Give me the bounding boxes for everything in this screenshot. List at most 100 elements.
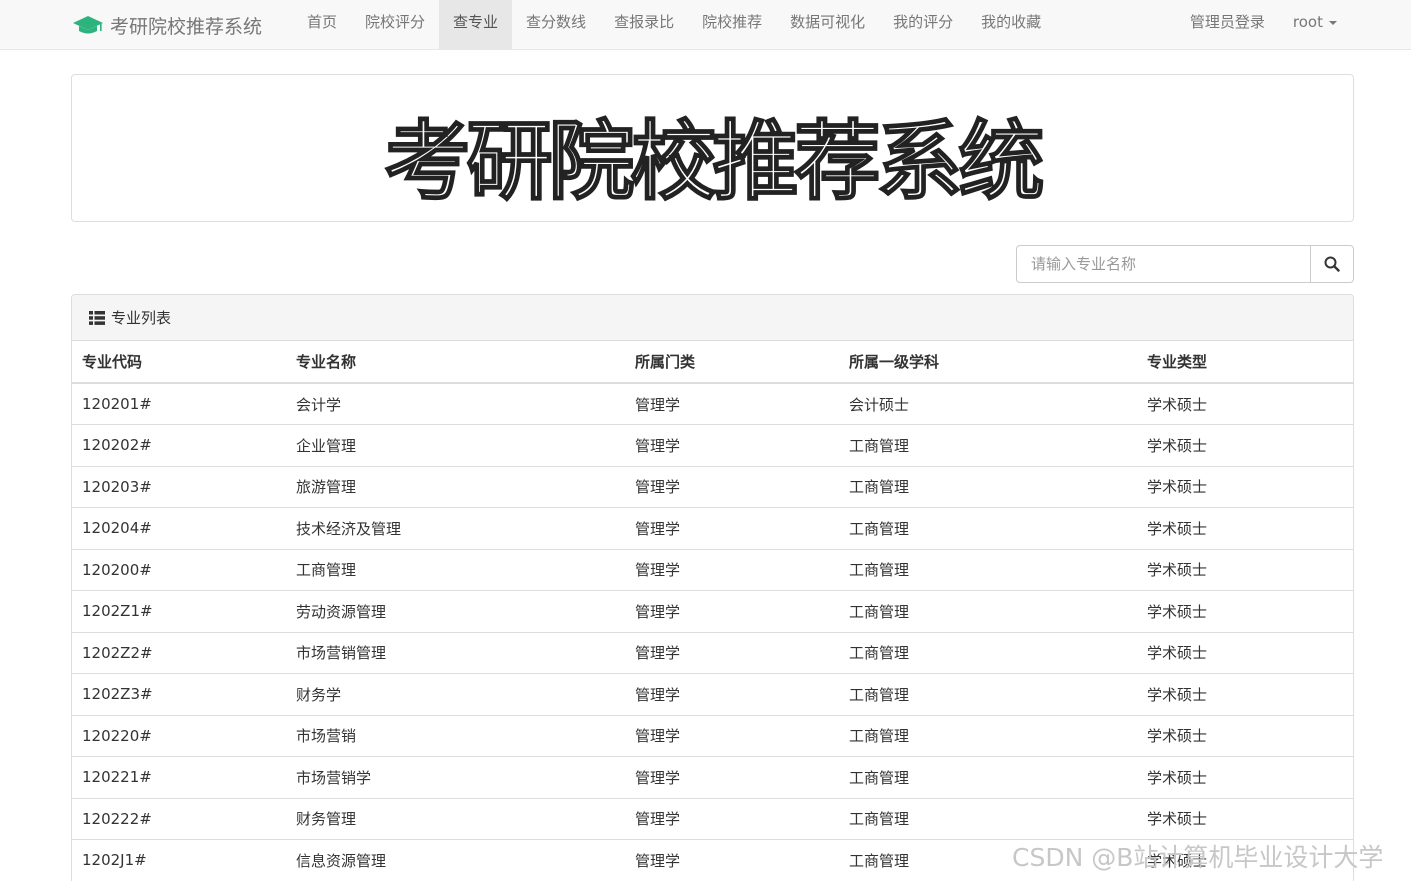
cell-name: 市场营销学 xyxy=(286,756,625,799)
column-header-type: 专业类型 xyxy=(1137,341,1353,384)
cell-discipline: 工商管理 xyxy=(839,507,1137,550)
cell-type: 学术硕士 xyxy=(1137,756,1353,799)
cell-type: 学术硕士 xyxy=(1137,549,1353,591)
watermark: CSDN @B站计算机毕业设计大学 xyxy=(1012,843,1384,872)
cell-discipline: 工商管理 xyxy=(839,756,1137,799)
panel-heading: 专业列表 xyxy=(72,295,1353,341)
table-row[interactable]: 120200# 工商管理 管理学 工商管理 学术硕士 xyxy=(72,549,1353,591)
cell-code: 120200# xyxy=(72,549,286,591)
nav-right: 管理员登录 root xyxy=(1176,0,1351,50)
cell-type: 学术硕士 xyxy=(1137,632,1353,674)
cell-category: 管理学 xyxy=(625,673,839,716)
cell-category: 管理学 xyxy=(625,466,839,508)
major-table: 专业代码 专业名称 所属门类 所属一级学科 专业类型 120201# 会计学 管理学… xyxy=(72,341,1353,881)
cell-category: 管理学 xyxy=(625,632,839,674)
search-input[interactable] xyxy=(1016,245,1310,283)
table-row[interactable]: 1202Z1# 劳动资源管理 管理学 工商管理 学术硕士 xyxy=(72,590,1353,633)
cell-type: 学术硕士 xyxy=(1137,466,1353,508)
nav-score-line[interactable]: 查分数线 xyxy=(512,0,600,50)
caret-down-icon xyxy=(1329,20,1337,25)
nav-school-recommend[interactable]: 院校推荐 xyxy=(688,0,776,50)
graduation-cap-icon xyxy=(73,16,103,34)
cell-discipline: 工商管理 xyxy=(839,590,1137,633)
banner-title: 考研院校推荐系统 xyxy=(384,111,1046,213)
cell-category: 管理学 xyxy=(625,424,839,467)
cell-type: 学术硕士 xyxy=(1137,715,1353,757)
cell-name: 工商管理 xyxy=(286,549,625,591)
cell-code: 1202J1# xyxy=(72,839,286,881)
cell-code: 120201# xyxy=(72,383,286,425)
table-row[interactable]: 1202Z2# 市场营销管理 管理学 工商管理 学术硕士 xyxy=(72,632,1353,674)
cell-type: 学术硕士 xyxy=(1137,507,1353,550)
top-navbar: 考研院校推荐系统 首页 院校评分 查专业 查分数线 查报录比 院校推荐 数据可视… xyxy=(0,0,1411,50)
cell-category: 管理学 xyxy=(625,715,839,757)
nav-data-visualization[interactable]: 数据可视化 xyxy=(776,0,879,50)
cell-name: 技术经济及管理 xyxy=(286,507,625,550)
search-form xyxy=(1016,245,1354,283)
cell-type: 学术硕士 xyxy=(1137,673,1353,716)
search-icon xyxy=(1324,256,1340,272)
user-dropdown[interactable]: root xyxy=(1279,0,1351,50)
cell-category: 管理学 xyxy=(625,590,839,633)
cell-category: 管理学 xyxy=(625,798,839,840)
nav-search-major[interactable]: 查专业 xyxy=(439,0,513,50)
column-header-code: 专业代码 xyxy=(72,341,286,384)
cell-name: 财务管理 xyxy=(286,798,625,840)
cell-discipline: 工商管理 xyxy=(839,466,1137,508)
column-header-discipline: 所属一级学科 xyxy=(839,341,1137,384)
cell-code: 120204# xyxy=(72,507,286,550)
nav-school-rating[interactable]: 院校评分 xyxy=(351,0,439,50)
cell-name: 市场营销管理 xyxy=(286,632,625,674)
table-row[interactable]: 120220# 市场营销 管理学 工商管理 学术硕士 xyxy=(72,715,1353,757)
cell-discipline: 工商管理 xyxy=(839,798,1137,840)
list-icon xyxy=(89,310,105,325)
cell-code: 1202Z1# xyxy=(72,590,286,633)
brand[interactable]: 考研院校推荐系统 xyxy=(72,0,262,50)
cell-category: 管理学 xyxy=(625,756,839,799)
cell-code: 120220# xyxy=(72,715,286,757)
cell-code: 120221# xyxy=(72,756,286,799)
cell-category: 管理学 xyxy=(625,383,839,425)
table-row[interactable]: 120221# 市场营销学 管理学 工商管理 学术硕士 xyxy=(72,756,1353,799)
cell-name: 劳动资源管理 xyxy=(286,590,625,633)
cell-category: 管理学 xyxy=(625,507,839,550)
table-row[interactable]: 120201# 会计学 管理学 会计硕士 学术硕士 xyxy=(72,383,1353,425)
cell-code: 120202# xyxy=(72,424,286,467)
table-row[interactable]: 120204# 技术经济及管理 管理学 工商管理 学术硕士 xyxy=(72,507,1353,550)
table-row[interactable]: 120202# 企业管理 管理学 工商管理 学术硕士 xyxy=(72,424,1353,467)
cell-code: 1202Z2# xyxy=(72,632,286,674)
cell-discipline: 工商管理 xyxy=(839,632,1137,674)
cell-type: 学术硕士 xyxy=(1137,383,1353,425)
cell-discipline: 会计硕士 xyxy=(839,383,1137,425)
cell-code: 120203# xyxy=(72,466,286,508)
nav-admission-ratio[interactable]: 查报录比 xyxy=(600,0,688,50)
cell-name: 信息资源管理 xyxy=(286,839,625,881)
cell-discipline: 工商管理 xyxy=(839,549,1137,591)
cell-type: 学术硕士 xyxy=(1137,798,1353,840)
cell-code: 1202Z3# xyxy=(72,673,286,716)
cell-name: 财务学 xyxy=(286,673,625,716)
panel-title: 专业列表 xyxy=(111,309,172,327)
cell-code: 120222# xyxy=(72,798,286,840)
cell-discipline: 工商管理 xyxy=(839,424,1137,467)
main-nav: 首页 院校评分 查专业 查分数线 查报录比 院校推荐 数据可视化 我的评分 我的… xyxy=(293,0,1055,50)
nav-my-rating[interactable]: 我的评分 xyxy=(879,0,967,50)
cell-name: 市场营销 xyxy=(286,715,625,757)
user-name: root xyxy=(1292,13,1323,31)
table-row[interactable]: 120222# 财务管理 管理学 工商管理 学术硕士 xyxy=(72,798,1353,840)
table-header-row: 专业代码 专业名称 所属门类 所属一级学科 专业类型 xyxy=(72,341,1353,384)
nav-my-favorites[interactable]: 我的收藏 xyxy=(967,0,1055,50)
cell-category: 管理学 xyxy=(625,549,839,591)
admin-login-link[interactable]: 管理员登录 xyxy=(1176,0,1279,50)
table-row[interactable]: 120203# 旅游管理 管理学 工商管理 学术硕士 xyxy=(72,466,1353,508)
search-button[interactable] xyxy=(1310,245,1354,283)
nav-home[interactable]: 首页 xyxy=(293,0,351,50)
cell-type: 学术硕士 xyxy=(1137,590,1353,633)
cell-category: 管理学 xyxy=(625,839,839,881)
banner: 考研院校推荐系统 xyxy=(71,74,1354,222)
cell-name: 会计学 xyxy=(286,383,625,425)
cell-name: 企业管理 xyxy=(286,424,625,467)
cell-type: 学术硕士 xyxy=(1137,424,1353,467)
table-row[interactable]: 1202Z3# 财务学 管理学 工商管理 学术硕士 xyxy=(72,673,1353,716)
major-list-panel: 专业列表 专业代码 专业名称 所属门类 所属一级学科 专业类型 120201# 会… xyxy=(71,294,1354,881)
